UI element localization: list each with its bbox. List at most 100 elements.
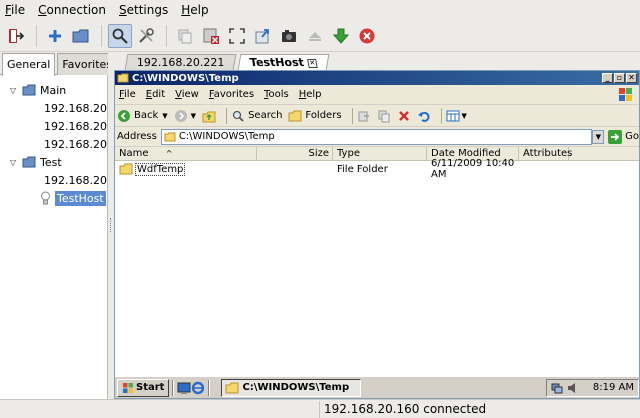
tree-host[interactable]: 192.168.20. <box>0 117 107 135</box>
explorer-menu-tools[interactable]: Tools <box>264 89 289 100</box>
ie-icon[interactable] <box>191 381 205 395</box>
remote-desktop-view[interactable]: C:\WINDOWS\Temp _ ▫ ✕ File Edit View Fav… <box>114 70 640 399</box>
maximize-button[interactable]: ▫ <box>614 73 625 83</box>
exit-icon <box>9 28 25 43</box>
fullscreen-button[interactable] <box>225 24 249 48</box>
send-file-icon <box>255 28 269 43</box>
tree-host-selected[interactable]: TestHost <box>0 189 107 207</box>
column-attributes[interactable]: Attributes <box>519 147 572 160</box>
explorer-menu-favorites[interactable]: Favorites <box>209 89 254 100</box>
up-button[interactable] <box>202 109 216 123</box>
dropdown-icon[interactable]: ▼ <box>191 112 196 120</box>
download-button[interactable] <box>329 24 353 48</box>
column-name[interactable]: Name ^ <box>115 147 257 160</box>
menu-settings[interactable]: Settings <box>117 3 170 17</box>
panel-tabs: General Favorites <box>0 53 118 76</box>
close-button[interactable]: ✕ <box>626 73 637 83</box>
quick-launch <box>177 381 205 395</box>
explorer-menubar: File Edit View Favorites Tools Help <box>115 85 639 105</box>
minimize-button[interactable]: _ <box>602 73 613 83</box>
copy-to-button[interactable] <box>377 109 391 123</box>
add-connection-button[interactable] <box>43 24 67 48</box>
connections-panel: General Favorites ▽ Main 192.168.20. 192… <box>0 53 118 399</box>
dropdown-icon[interactable]: ▼ <box>162 112 167 120</box>
main-toolbar <box>0 20 640 52</box>
windows-logo-icon <box>619 88 632 101</box>
folders-button[interactable]: Folders <box>288 110 342 122</box>
column-type[interactable]: Type <box>333 147 427 160</box>
back-icon <box>118 109 130 122</box>
collapse-icon[interactable]: ▽ <box>8 86 18 95</box>
copy-button[interactable] <box>173 24 197 48</box>
undo-button[interactable] <box>417 109 431 123</box>
up-folder-icon <box>202 111 216 122</box>
folder-icon <box>117 73 129 83</box>
tools-icon <box>139 27 154 43</box>
volume-icon[interactable] <box>567 382 579 394</box>
tab-session-2[interactable]: TestHost ✕ <box>238 54 330 70</box>
desktop-icon[interactable] <box>177 381 191 395</box>
views-button[interactable]: ▼ <box>446 109 467 123</box>
menu-connection[interactable]: Connection <box>36 3 108 17</box>
start-button[interactable]: Start <box>117 378 170 397</box>
stop-button[interactable] <box>355 24 379 48</box>
tree-host[interactable]: 192.168.20. <box>0 135 107 153</box>
address-input[interactable]: C:\WINDOWS\Temp <box>160 128 593 145</box>
windows-logo-icon <box>123 382 133 393</box>
collapse-icon[interactable]: ▽ <box>8 158 18 167</box>
download-icon <box>332 28 350 44</box>
tools-button[interactable] <box>134 24 158 48</box>
forward-icon <box>174 109 187 122</box>
taskbar-clock: 8:19 AM <box>592 382 634 393</box>
stop-icon <box>359 28 375 43</box>
disconnect-button[interactable] <box>199 24 223 48</box>
search-button[interactable] <box>108 23 132 48</box>
tab-general[interactable]: General <box>2 53 56 76</box>
address-dropdown[interactable]: ▼ <box>592 129 605 144</box>
toolbar-separator <box>351 107 353 124</box>
folder-icon <box>164 132 176 141</box>
delete-icon <box>398 110 409 121</box>
network-icon[interactable] <box>551 382 563 394</box>
search-button[interactable]: Search <box>231 109 282 123</box>
folder-icon <box>288 110 302 121</box>
file-list: WdfTemp File Folder 6/11/2009 10:40 AM <box>115 158 639 379</box>
list-item[interactable]: WdfTemp File Folder 6/11/2009 10:40 AM <box>115 158 639 180</box>
send-file-button[interactable] <box>251 24 275 48</box>
copy-to-icon <box>378 110 390 122</box>
status-segment <box>0 400 320 418</box>
tree-host[interactable]: 192.168.20 <box>0 171 107 189</box>
add-folder-button[interactable] <box>69 24 93 48</box>
column-size[interactable]: Size <box>257 147 333 160</box>
tree-group-test[interactable]: ▽ Test <box>0 153 107 171</box>
forward-button[interactable]: ▼ <box>174 109 196 123</box>
delete-button[interactable] <box>397 109 411 123</box>
search-icon <box>112 28 128 44</box>
go-button[interactable]: Go <box>608 129 639 144</box>
back-button[interactable]: Back ▼ <box>117 109 168 123</box>
folder-icon <box>225 382 239 393</box>
toolbar-separator <box>36 24 37 47</box>
tree-host[interactable]: 192.168.20. <box>0 99 107 117</box>
exit-button[interactable] <box>4 24 28 48</box>
remote-taskbar: Start C:\WINDOWS\Temp 8:19 AM <box>115 376 639 398</box>
menu-help[interactable]: Help <box>179 3 210 17</box>
tab-session-1[interactable]: 192.168.20.221 <box>124 54 237 70</box>
explorer-menu-edit[interactable]: Edit <box>146 89 165 100</box>
explorer-menu-view[interactable]: View <box>175 89 199 100</box>
menu-file[interactable]: File <box>3 3 27 17</box>
taskbar-item-explorer[interactable]: C:\WINDOWS\Temp <box>221 378 362 397</box>
go-arrow-icon <box>608 129 623 144</box>
dropdown-icon[interactable]: ▼ <box>462 112 467 120</box>
move-to-button[interactable] <box>357 109 371 123</box>
close-tab-icon[interactable]: ✕ <box>307 58 319 68</box>
eject-button[interactable] <box>303 24 327 48</box>
explorer-menu-file[interactable]: File <box>119 89 136 100</box>
screenshot-button[interactable] <box>277 24 301 48</box>
menubar: File Connection Settings Help <box>0 0 640 20</box>
explorer-menu-help[interactable]: Help <box>299 89 322 100</box>
address-bar: Address C:\WINDOWS\Temp ▼ Go <box>115 127 639 147</box>
tree-group-main[interactable]: ▽ Main <box>0 81 107 99</box>
explorer-titlebar: C:\WINDOWS\Temp _ ▫ ✕ <box>115 71 639 85</box>
toolbar-separator <box>440 107 442 124</box>
